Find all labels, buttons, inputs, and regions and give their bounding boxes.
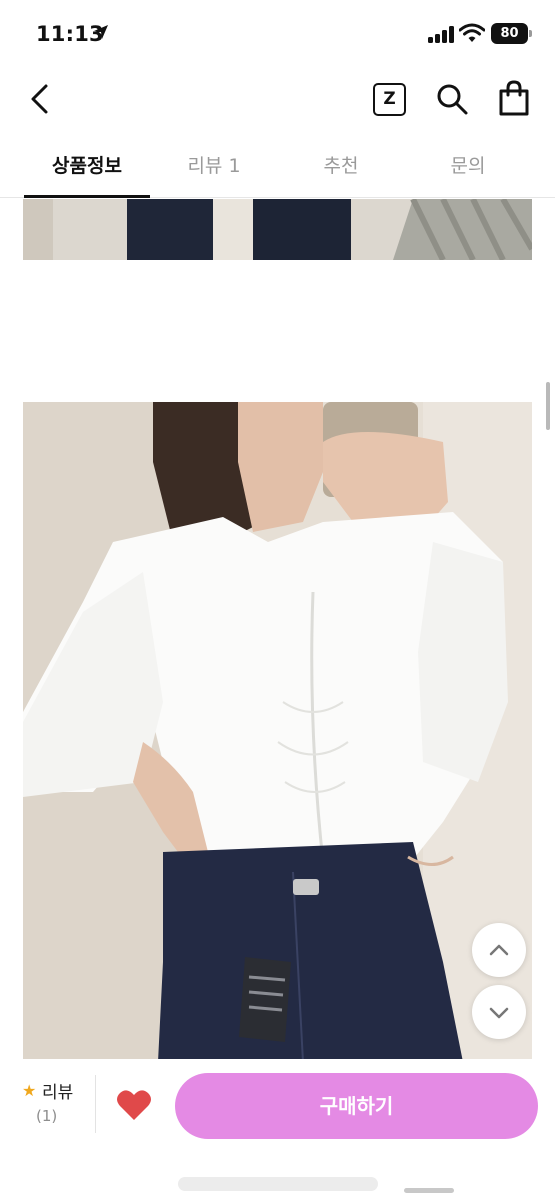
review-label: 리뷰 [42, 1083, 74, 1103]
tab-recommend[interactable]: 추천 [278, 140, 404, 198]
product-detail-content[interactable] [0, 199, 555, 1059]
chevron-down-icon [489, 1007, 509, 1019]
scroll-down-button[interactable] [472, 985, 526, 1039]
app-header: Z [0, 66, 555, 132]
wifi-icon [459, 23, 485, 42]
tab-inquiry[interactable]: 문의 [405, 140, 531, 198]
shopping-bag-icon[interactable] [497, 80, 531, 116]
battery-icon: 80 [491, 23, 528, 44]
chevron-up-icon [489, 944, 509, 956]
browser-url-bar [178, 1177, 378, 1191]
product-tabs: 상품정보 리뷰 1 추천 문의 [0, 140, 555, 198]
search-icon[interactable] [435, 82, 469, 116]
product-photo-top [23, 199, 532, 260]
tab-reviews[interactable]: 리뷰 1 [151, 140, 277, 198]
signal-icon [428, 25, 456, 43]
z-box-icon[interactable]: Z [373, 83, 406, 116]
product-photo-main [23, 402, 532, 1059]
battery-tip [529, 30, 532, 37]
scrollbar[interactable] [546, 382, 550, 430]
star-icon: ★ [22, 1081, 37, 1100]
heart-icon[interactable] [116, 1089, 152, 1121]
location-arrow-icon [94, 25, 108, 39]
divider [95, 1075, 96, 1133]
scroll-up-button[interactable] [472, 923, 526, 977]
bottom-action-bar: ★ 리뷰 (1) 구매하기 [0, 1059, 555, 1200]
tab-product-info[interactable]: 상품정보 [24, 140, 150, 198]
buy-button[interactable]: 구매하기 [175, 1073, 538, 1139]
back-chevron-icon[interactable] [24, 82, 58, 116]
active-tab-indicator [24, 195, 150, 198]
status-bar: 11:13 80 [0, 0, 555, 66]
home-indicator [404, 1188, 454, 1193]
review-count: (1) [36, 1107, 58, 1125]
